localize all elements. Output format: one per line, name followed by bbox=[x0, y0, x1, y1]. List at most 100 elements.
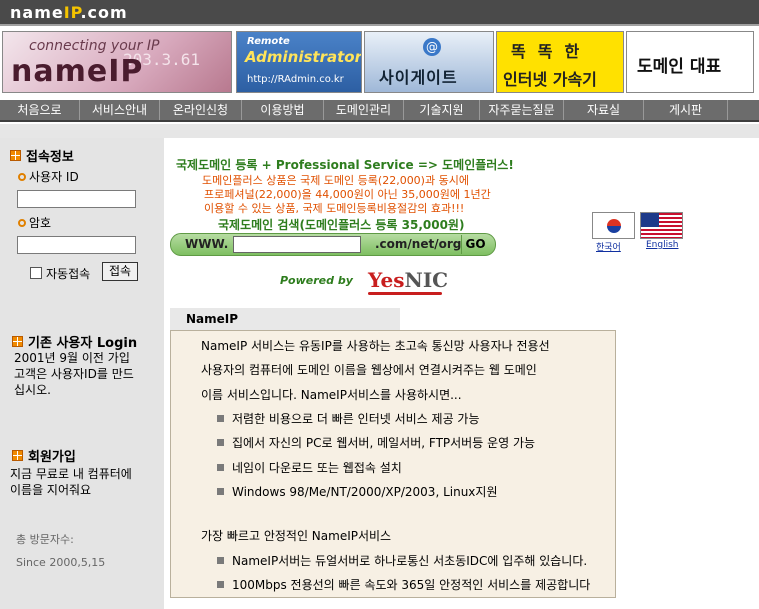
yesnic-yes: Yes bbox=[368, 268, 405, 292]
square-bullet-icon bbox=[217, 581, 224, 588]
radmin-banner-line2: Administrator bbox=[245, 48, 362, 66]
domain-search-bar: WWW. .com/net/org GO bbox=[170, 233, 496, 256]
user-id-label: 사용자 ID bbox=[18, 168, 79, 185]
intro-line: 이름 서비스입니다. NameIP서비스를 사용하시면... bbox=[201, 388, 462, 402]
nav-strip bbox=[0, 124, 759, 138]
yesnic-logo[interactable]: YesNIC bbox=[368, 268, 448, 292]
since-label: Since 2000,5,15 bbox=[16, 556, 106, 569]
nav-tech-support[interactable]: 기술지원 bbox=[404, 100, 480, 120]
radmin-banner[interactable]: Remote Administrator http://RAdmin.co.kr bbox=[236, 31, 362, 93]
nameip-tab: NameIP bbox=[170, 308, 400, 330]
domain-search-input[interactable] bbox=[233, 236, 361, 253]
benefit-text: 저렴한 비용으로 더 빠른 인터넷 서비스 제공 가능 bbox=[232, 412, 480, 426]
benefit-item: 네임이 다운로드 또는 웹접속 설치 bbox=[217, 459, 402, 476]
auto-login-checkbox[interactable] bbox=[30, 267, 42, 279]
connect-banner-logo: nameIP bbox=[11, 54, 144, 89]
search-go-button[interactable]: GO bbox=[461, 235, 489, 254]
us-flag-icon[interactable] bbox=[640, 212, 683, 239]
stable-item: NameIP서버는 듀얼서버로 하나로통신 서초동IDC에 입주해 있습니다. bbox=[217, 552, 587, 569]
section-icon bbox=[12, 450, 23, 461]
password-input[interactable] bbox=[17, 236, 136, 254]
benefit-item: 저렴한 비용으로 더 빠른 인터넷 서비스 제공 가능 bbox=[217, 410, 480, 427]
radmin-banner-url: http://RAdmin.co.kr bbox=[247, 74, 344, 85]
stable-title: 가장 빠르고 안정적인 NameIP서비스 bbox=[201, 529, 392, 543]
join-title-text: 회원가입 bbox=[28, 450, 76, 465]
login-title-text: 접속정보 bbox=[26, 150, 74, 165]
join-text-line: 이름을 지어줘요 bbox=[10, 483, 92, 497]
existing-user-title-text: 기존 사용자 Login bbox=[28, 336, 138, 351]
at-icon: @ bbox=[423, 38, 441, 56]
us-flag-canton bbox=[641, 213, 659, 227]
benefit-item: Windows 98/Me/NT/2000/XP/2003, Linux지원 bbox=[217, 483, 498, 500]
stable-text: 100Mbps 전용선의 빠른 속도와 365일 안정적인 서비스를 제공합니다 bbox=[232, 578, 591, 592]
password-label: 암호 bbox=[18, 214, 51, 231]
nav-home[interactable]: 처음으로 bbox=[0, 100, 80, 120]
accelerator-banner[interactable]: 똑똑한 인터넷 가속기 bbox=[496, 31, 624, 93]
sidebar: 접속정보 사용자 ID 암호 자동접속 접속 기존 사용자 Login 2001… bbox=[0, 138, 164, 609]
sigate-banner-label: 사이게이트 bbox=[379, 68, 458, 87]
square-bullet-icon bbox=[217, 557, 224, 564]
connect-banner[interactable]: connecting your IP 203.3.61 nameIP bbox=[2, 31, 232, 93]
promo-line: 이용할 수 있는 상품, 국제 도메인등록비용절감의 효과!!! bbox=[204, 202, 465, 215]
logo-tld: .com bbox=[80, 3, 128, 22]
search-suffix: .com/net/org bbox=[375, 237, 462, 251]
existing-user-title[interactable]: 기존 사용자 Login bbox=[12, 332, 137, 351]
existing-user-text-line: 고객은 사용자ID를 만드 bbox=[14, 367, 134, 381]
yesnic-swoosh bbox=[368, 292, 442, 295]
radmin-banner-line1: Remote bbox=[247, 36, 290, 47]
existing-user-text-line: 2001년 9월 이전 가입 bbox=[14, 351, 130, 365]
benefit-item: 집에서 자신의 PC로 웹서버, 메일서버, FTP서버등 운영 가능 bbox=[217, 434, 535, 451]
domain-banner-label: 도메인 대표 bbox=[637, 57, 722, 77]
intro-line: NameIP 서비스는 유동IP를 사용하는 초고속 통신망 사용자나 전용선 bbox=[201, 339, 550, 353]
stable-text: NameIP서버는 듀얼서버로 하나로통신 서초동IDC에 입주해 있습니다. bbox=[232, 554, 588, 568]
join-text-line: 지금 무료로 내 컴퓨터에 bbox=[10, 467, 132, 481]
user-id-input[interactable] bbox=[17, 190, 136, 208]
benefit-text: Windows 98/Me/NT/2000/XP/2003, Linux지원 bbox=[232, 485, 498, 499]
accelerator-banner-line2: 인터넷 가속기 bbox=[503, 70, 597, 89]
circle-bullet-icon bbox=[18, 218, 26, 227]
nav-domain-manage[interactable]: 도메인관리 bbox=[324, 100, 404, 120]
korean-flag-icon[interactable] bbox=[592, 212, 635, 239]
join-title[interactable]: 회원가입 bbox=[12, 446, 76, 465]
password-label-text: 암호 bbox=[29, 216, 52, 230]
intro-line: 사용자의 컴퓨터에 도메인 이름을 웹상에서 연결시켜주는 웹 도메인 bbox=[201, 363, 537, 377]
nameip-info-box: NameIP 서비스는 유동IP를 사용하는 초고속 통신망 사용자나 전용선 … bbox=[170, 330, 616, 598]
logo-ip: IP bbox=[63, 3, 81, 22]
stable-item: 100Mbps 전용선의 빠른 속도와 365일 안정적인 서비스를 제공합니다 bbox=[217, 576, 590, 593]
section-icon bbox=[10, 150, 21, 161]
square-bullet-icon bbox=[217, 439, 224, 446]
banner-row: connecting your IP 203.3.61 nameIP Remot… bbox=[0, 26, 759, 100]
main-nav: 처음으로 서비스안내 온라인신청 이용방법 도메인관리 기술지원 자주묻는질문 … bbox=[0, 100, 759, 122]
square-bullet-icon bbox=[217, 415, 224, 422]
korean-language-link[interactable]: 한국어 bbox=[596, 240, 621, 253]
sigate-banner[interactable]: @ 사이게이트 bbox=[364, 31, 494, 93]
accelerator-banner-line1: 똑똑한 bbox=[511, 42, 592, 61]
nav-service-info[interactable]: 서비스안내 bbox=[80, 100, 160, 120]
english-language-link[interactable]: English bbox=[646, 240, 679, 250]
nav-faq[interactable]: 자주묻는질문 bbox=[480, 100, 564, 120]
nav-board[interactable]: 게시판 bbox=[644, 100, 728, 120]
nav-how-to-use[interactable]: 이용방법 bbox=[242, 100, 324, 120]
existing-user-text: 2001년 9월 이전 가입 고객은 사용자ID를 만드 십시오. bbox=[14, 350, 134, 398]
user-id-label-text: 사용자 ID bbox=[29, 170, 79, 184]
square-bullet-icon bbox=[217, 488, 224, 495]
domain-banner[interactable]: 도메인 대표 bbox=[626, 31, 754, 93]
nav-online-apply[interactable]: 온라인신청 bbox=[160, 100, 242, 120]
login-button[interactable]: 접속 bbox=[102, 262, 138, 281]
join-text: 지금 무료로 내 컴퓨터에 이름을 지어줘요 bbox=[10, 466, 132, 498]
visitor-count-label: 총 방문자수: bbox=[16, 533, 74, 546]
powered-by-text: Powered by bbox=[280, 274, 353, 287]
auto-login-label: 자동접속 bbox=[46, 267, 91, 281]
square-bullet-icon bbox=[217, 464, 224, 471]
taegeuk-icon bbox=[607, 219, 621, 233]
benefit-text: 네임이 다운로드 또는 웹접속 설치 bbox=[232, 461, 402, 475]
domain-search-title: 국제도메인 검색(도메인플러스 등록 35,000원) bbox=[218, 218, 465, 232]
login-section-title: 접속정보 bbox=[10, 146, 74, 165]
site-logo[interactable]: nameIP.com bbox=[10, 3, 128, 22]
nav-downloads[interactable]: 자료실 bbox=[564, 100, 644, 120]
promo-headline[interactable]: 국제도메인 등록 + Professional Service => 도메인플러… bbox=[176, 156, 514, 173]
existing-user-text-line: 십시오. bbox=[14, 383, 51, 397]
section-icon bbox=[12, 336, 23, 347]
benefit-text: 집에서 자신의 PC로 웹서버, 메일서버, FTP서버등 운영 가능 bbox=[232, 436, 536, 450]
circle-bullet-icon bbox=[18, 172, 26, 181]
